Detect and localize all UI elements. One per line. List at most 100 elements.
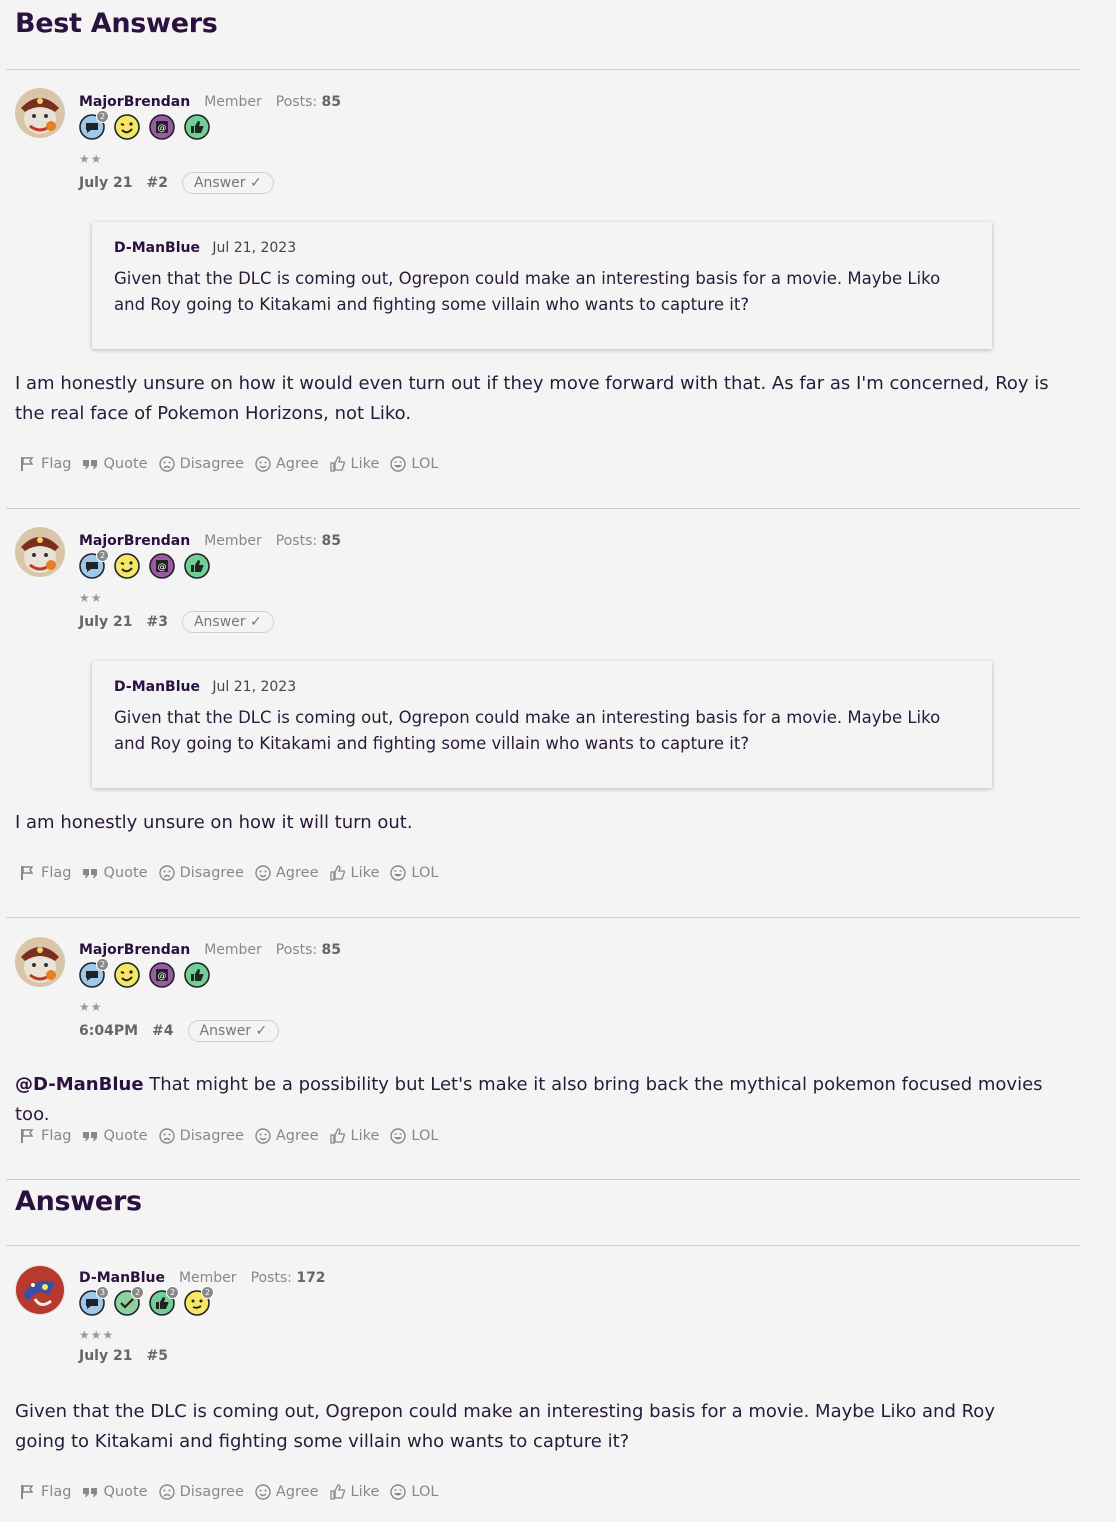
thumbs-up-icon — [329, 1128, 345, 1144]
disagree-button[interactable]: Disagree — [158, 1484, 244, 1500]
post-count: Posts: 172 — [250, 1270, 326, 1286]
badges: 3 2 2 2 — [79, 1286, 326, 1316]
face-badge-icon[interactable]: 2 — [184, 1286, 214, 1316]
quote-text: Given that the DLC is coming out, Ogrepo… — [114, 269, 941, 314]
post-actions: Flag Quote Disagree Agree Like LOL — [20, 865, 438, 881]
agree-button[interactable]: Agree — [255, 1128, 319, 1144]
post-count: Posts: 85 — [275, 533, 342, 549]
author-name[interactable]: MajorBrendan — [79, 533, 190, 549]
rank-stars: ★★ — [79, 152, 103, 166]
author-name[interactable]: MajorBrendan — [79, 942, 190, 958]
post-date[interactable]: July 21 — [79, 175, 132, 191]
post-number[interactable]: #2 — [146, 175, 167, 191]
disagree-button[interactable]: Disagree — [158, 865, 244, 881]
answer-button[interactable]: Answer ✓ — [187, 1020, 280, 1042]
quote-date[interactable]: Jul 21, 2023 — [212, 240, 296, 256]
quote-author[interactable]: D-ManBlue — [114, 679, 200, 695]
author-role: Member — [204, 942, 262, 958]
smile-icon — [255, 456, 271, 472]
post-body: I am honestly unsure on how it would eve… — [15, 373, 1049, 424]
avatar[interactable] — [15, 88, 65, 138]
frown-icon — [158, 1128, 175, 1144]
quote-icon — [83, 1488, 98, 1497]
comment-badge-icon[interactable]: 2 — [79, 549, 109, 579]
quote-author[interactable]: D-ManBlue — [114, 240, 200, 256]
like-badge-icon[interactable] — [184, 962, 210, 988]
like-badge-icon[interactable] — [184, 114, 210, 140]
like-button[interactable]: Like — [329, 456, 379, 472]
mention-badge-icon[interactable]: @ — [149, 114, 175, 140]
avatar[interactable] — [15, 1265, 65, 1315]
lol-button[interactable]: LOL — [390, 1128, 438, 1144]
post-date[interactable]: July 21 — [79, 1348, 132, 1364]
wink-badge-icon[interactable] — [114, 962, 140, 988]
answer-button[interactable]: Answer ✓ — [181, 172, 274, 194]
post-count: Posts: 85 — [275, 942, 342, 958]
post-meta: D-ManBlue Member Posts: 172 3 2 2 2 ★★★ … — [79, 1270, 326, 1364]
laugh-icon — [390, 865, 407, 881]
svg-text:@: @ — [158, 124, 167, 134]
smile-icon — [255, 1484, 271, 1500]
comment-badge-icon[interactable]: 3 — [79, 1286, 109, 1316]
quote-text: Given that the DLC is coming out, Ogrepo… — [114, 708, 941, 753]
flag-button[interactable]: Flag — [20, 865, 71, 881]
agree-button[interactable]: Agree — [255, 865, 319, 881]
laugh-icon — [390, 1484, 407, 1500]
author-role: Member — [204, 533, 262, 549]
mention-badge-icon[interactable]: @ — [149, 962, 175, 988]
post-date[interactable]: July 21 — [79, 614, 132, 630]
lol-button[interactable]: LOL — [390, 456, 438, 472]
post-number[interactable]: #5 — [146, 1348, 167, 1364]
author-role: Member — [178, 1270, 237, 1286]
post-number[interactable]: #3 — [146, 614, 167, 630]
like-badge-icon[interactable]: 2 — [149, 1286, 179, 1316]
quote-date[interactable]: Jul 21, 2023 — [212, 679, 296, 695]
rank-stars: ★★ — [79, 591, 103, 605]
agree-button[interactable]: Agree — [255, 456, 319, 472]
author-name[interactable]: MajorBrendan — [79, 94, 190, 110]
quote-icon — [83, 1132, 98, 1141]
badges: 2 @ — [79, 549, 341, 579]
flag-button[interactable]: Flag — [20, 1128, 71, 1144]
author-name[interactable]: D-ManBlue — [79, 1270, 165, 1286]
agree-button[interactable]: Agree — [255, 1484, 319, 1500]
smile-icon — [255, 1128, 271, 1144]
quote-button[interactable]: Quote — [82, 865, 148, 881]
check-badge-icon[interactable]: 2 — [114, 1286, 144, 1316]
user-mention-link[interactable]: @D-ManBlue — [15, 1074, 144, 1095]
flag-button[interactable]: Flag — [20, 456, 71, 472]
wink-badge-icon[interactable] — [114, 114, 140, 140]
best-answers-heading: Best Answers — [15, 8, 218, 39]
laugh-icon — [390, 1128, 407, 1144]
quote-button[interactable]: Quote — [82, 456, 148, 472]
like-button[interactable]: Like — [329, 1128, 379, 1144]
flag-icon — [21, 1129, 34, 1143]
post-number[interactable]: #4 — [152, 1023, 173, 1039]
divider — [6, 1245, 1080, 1246]
flag-icon — [21, 866, 34, 880]
avatar[interactable] — [15, 937, 65, 987]
quote-button[interactable]: Quote — [82, 1484, 148, 1500]
post-date[interactable]: 6:04PM — [79, 1023, 138, 1039]
author-role: Member — [204, 94, 262, 110]
frown-icon — [158, 1484, 175, 1500]
quote-block: D-ManBlue Jul 21, 2023 Given that the DL… — [92, 222, 992, 349]
like-button[interactable]: Like — [329, 865, 379, 881]
disagree-button[interactable]: Disagree — [158, 1128, 244, 1144]
quote-button[interactable]: Quote — [82, 1128, 148, 1144]
like-badge-icon[interactable] — [184, 553, 210, 579]
like-button[interactable]: Like — [329, 1484, 379, 1500]
wink-badge-icon[interactable] — [114, 553, 140, 579]
divider — [6, 69, 1080, 70]
mention-badge-icon[interactable]: @ — [149, 553, 175, 579]
flag-button[interactable]: Flag — [20, 1484, 71, 1500]
avatar[interactable] — [15, 527, 65, 577]
flag-icon — [21, 457, 34, 471]
comment-badge-icon[interactable]: 2 — [79, 110, 109, 140]
disagree-button[interactable]: Disagree — [158, 456, 244, 472]
comment-badge-icon[interactable]: 2 — [79, 958, 109, 988]
lol-button[interactable]: LOL — [390, 865, 438, 881]
lol-button[interactable]: LOL — [390, 1484, 438, 1500]
svg-text:@: @ — [158, 563, 167, 573]
answer-button[interactable]: Answer ✓ — [181, 611, 274, 633]
